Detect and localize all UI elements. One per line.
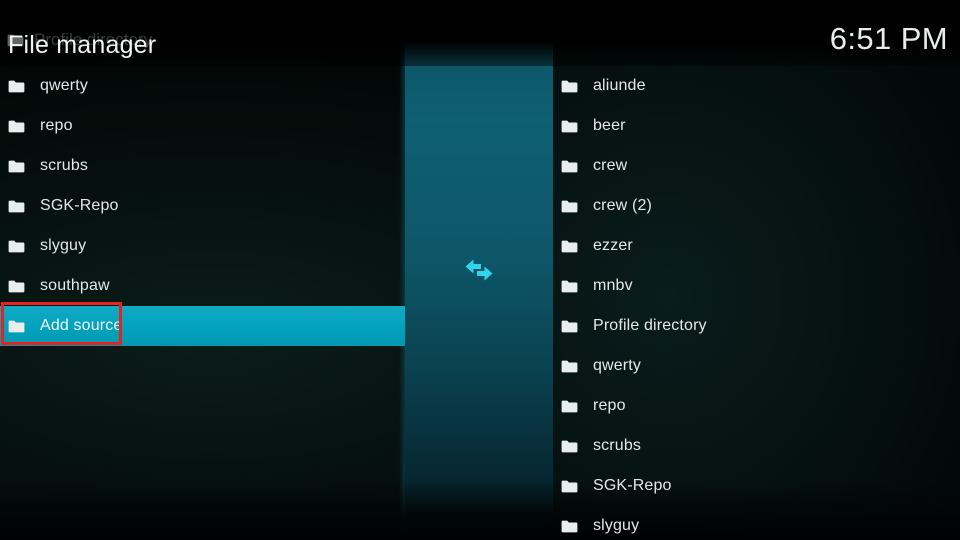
list-item[interactable]: qwerty	[0, 66, 405, 106]
folder-icon	[8, 120, 26, 133]
list-item-label: Add source	[40, 317, 123, 334]
list-item[interactable]: slyguy	[553, 506, 960, 540]
folder-icon	[561, 520, 579, 533]
list-item-label: crew (2)	[593, 197, 652, 214]
list-item-label: Profile directory	[593, 317, 707, 334]
folder-icon	[561, 120, 579, 133]
list-item[interactable]: SGK-Repo	[553, 466, 960, 506]
list-item[interactable]: scrubs	[0, 146, 405, 186]
list-item[interactable]: repo	[0, 106, 405, 146]
list-item[interactable]: crew (2)	[553, 186, 960, 226]
list-item-label: qwerty	[40, 77, 89, 94]
list-item-label: repo	[593, 397, 626, 414]
folder-icon	[561, 80, 579, 93]
folder-icon	[8, 80, 26, 93]
folder-icon	[561, 480, 579, 493]
list-item-label: repo	[40, 117, 73, 134]
list-item-label: qwerty	[593, 357, 642, 374]
list-item-label: slyguy	[40, 237, 87, 254]
list-item-label: scrubs	[40, 157, 89, 174]
list-item-label: beer	[593, 117, 626, 134]
list-item-label: aliunde	[593, 77, 646, 94]
folder-icon	[8, 320, 26, 333]
folder-icon	[561, 280, 579, 293]
page-title: File manager	[8, 31, 157, 59]
folder-icon	[561, 440, 579, 453]
list-item[interactable]: crew	[553, 146, 960, 186]
clock: 6:51 PM	[829, 21, 948, 56]
folder-icon	[8, 280, 26, 293]
header: Profile directory File manager 6:51 PM	[0, 0, 960, 66]
list-item-label: ezzer	[593, 237, 633, 254]
list-item[interactable]: SGK-Repo	[0, 186, 405, 226]
file-list-right[interactable]: aliunde beer crew crew (2) ezzer mnbv Profile …	[553, 66, 960, 540]
list-item[interactable]: Add source	[0, 306, 405, 346]
folder-icon	[561, 320, 579, 333]
folder-icon	[8, 200, 26, 213]
list-item-label: crew	[593, 157, 628, 174]
list-item-label: scrubs	[593, 437, 642, 454]
list-item[interactable]: mnbv	[553, 266, 960, 306]
list-item[interactable]: Profile directory	[553, 306, 960, 346]
list-item-label: slyguy	[593, 517, 640, 534]
folder-icon	[561, 200, 579, 213]
list-item-label: SGK-Repo	[40, 197, 119, 214]
list-item[interactable]: scrubs	[553, 426, 960, 466]
file-manager-screen: Profile directory File manager 6:51 PM q…	[0, 0, 960, 540]
list-item[interactable]: repo	[553, 386, 960, 426]
folder-icon	[8, 160, 26, 173]
list-item-label: southpaw	[40, 277, 110, 294]
list-item-label: mnbv	[593, 277, 633, 294]
list-item-label: SGK-Repo	[593, 477, 672, 494]
list-item[interactable]: beer	[553, 106, 960, 146]
folder-icon	[561, 240, 579, 253]
folder-icon	[8, 240, 26, 253]
list-item[interactable]: qwerty	[553, 346, 960, 386]
list-item[interactable]: southpaw	[0, 266, 405, 306]
swap-horizontal-arrows-icon[interactable]	[405, 255, 553, 285]
folder-icon	[561, 400, 579, 413]
file-list-left[interactable]: qwerty repo scrubs SGK-Repo slyguy southpaw Ad…	[0, 66, 405, 346]
list-item[interactable]: slyguy	[0, 226, 405, 266]
folder-icon	[561, 360, 579, 373]
list-item[interactable]: aliunde	[553, 66, 960, 106]
list-item[interactable]: ezzer	[553, 226, 960, 266]
folder-icon	[561, 160, 579, 173]
